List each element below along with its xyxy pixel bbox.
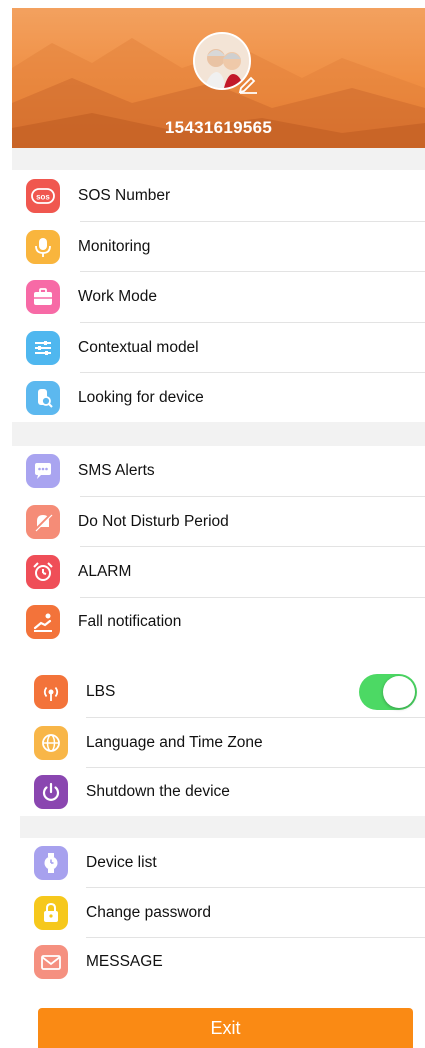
menu-item-contextual-model[interactable]: Contextual model — [26, 323, 199, 373]
watch-icon — [34, 846, 68, 880]
find-device-icon — [26, 381, 60, 415]
menu-item-alarm[interactable]: ALARM — [26, 547, 131, 597]
lock-icon — [34, 896, 68, 930]
menu-item-label: Contextual model — [78, 339, 199, 356]
globe-icon — [34, 726, 68, 760]
menu-item-sos-number[interactable]: sos SOS Number — [26, 171, 170, 221]
menu-item-language-time-zone[interactable]: Language and Time Zone — [34, 718, 263, 768]
power-icon — [34, 775, 68, 809]
menu-item-change-password[interactable]: Change password — [34, 888, 211, 938]
menu-item-label: LBS — [86, 683, 116, 700]
sos-icon: sos — [26, 179, 60, 213]
edit-pencil-icon[interactable] — [237, 72, 259, 94]
menu-item-fall-notification[interactable]: Fall notification — [26, 597, 181, 647]
microphone-icon — [26, 230, 60, 264]
menu-item-label: Change password — [86, 904, 211, 921]
section-divider — [20, 816, 425, 838]
chat-bubble-icon — [26, 454, 60, 488]
sliders-icon — [26, 331, 60, 365]
envelope-icon — [34, 945, 68, 979]
menu-item-label: SOS Number — [78, 187, 171, 204]
menu-item-sms-alerts[interactable]: SMS Alerts — [26, 446, 155, 496]
profile-header: 15431619565 — [12, 8, 425, 148]
lbs-toggle[interactable] — [359, 674, 417, 710]
menu-item-lbs[interactable]: LBS — [34, 667, 115, 717]
menu-item-label: ALARM — [78, 563, 132, 580]
menu-item-label: Fall notification — [78, 613, 182, 630]
briefcase-icon — [26, 280, 60, 314]
menu-item-label: Device list — [86, 854, 157, 871]
section-divider — [12, 148, 425, 170]
menu-item-label: MESSAGE — [86, 953, 163, 970]
menu-item-looking-for-device[interactable]: Looking for device — [26, 373, 204, 423]
section-divider — [12, 422, 425, 446]
alarm-clock-icon — [26, 555, 60, 589]
toggle-knob — [383, 676, 415, 708]
menu-item-label: Monitoring — [78, 238, 151, 255]
menu-item-label: Shutdown the device — [86, 783, 230, 800]
phone-number: 15431619565 — [164, 118, 273, 137]
menu-item-label: Language and Time Zone — [86, 734, 263, 751]
menu-item-shutdown-device[interactable]: Shutdown the device — [34, 767, 230, 817]
menu-item-message[interactable]: MESSAGE — [34, 937, 163, 987]
fall-person-icon — [26, 605, 60, 639]
svg-text:sos: sos — [36, 193, 50, 202]
menu-item-label: Do Not Disturb Period — [78, 513, 229, 530]
row-separator — [80, 546, 425, 547]
menu-item-work-mode[interactable]: Work Mode — [26, 272, 157, 322]
menu-item-label: Looking for device — [78, 389, 204, 406]
menu-item-device-list[interactable]: Device list — [34, 838, 157, 888]
menu-item-monitoring[interactable]: Monitoring — [26, 222, 150, 272]
menu-item-do-not-disturb[interactable]: Do Not Disturb Period — [26, 497, 229, 547]
bell-off-icon — [26, 505, 60, 539]
menu-item-label: SMS Alerts — [78, 462, 155, 479]
location-signal-icon — [34, 675, 68, 709]
exit-button[interactable]: Exit — [38, 1008, 413, 1048]
menu-item-label: Work Mode — [78, 288, 157, 305]
